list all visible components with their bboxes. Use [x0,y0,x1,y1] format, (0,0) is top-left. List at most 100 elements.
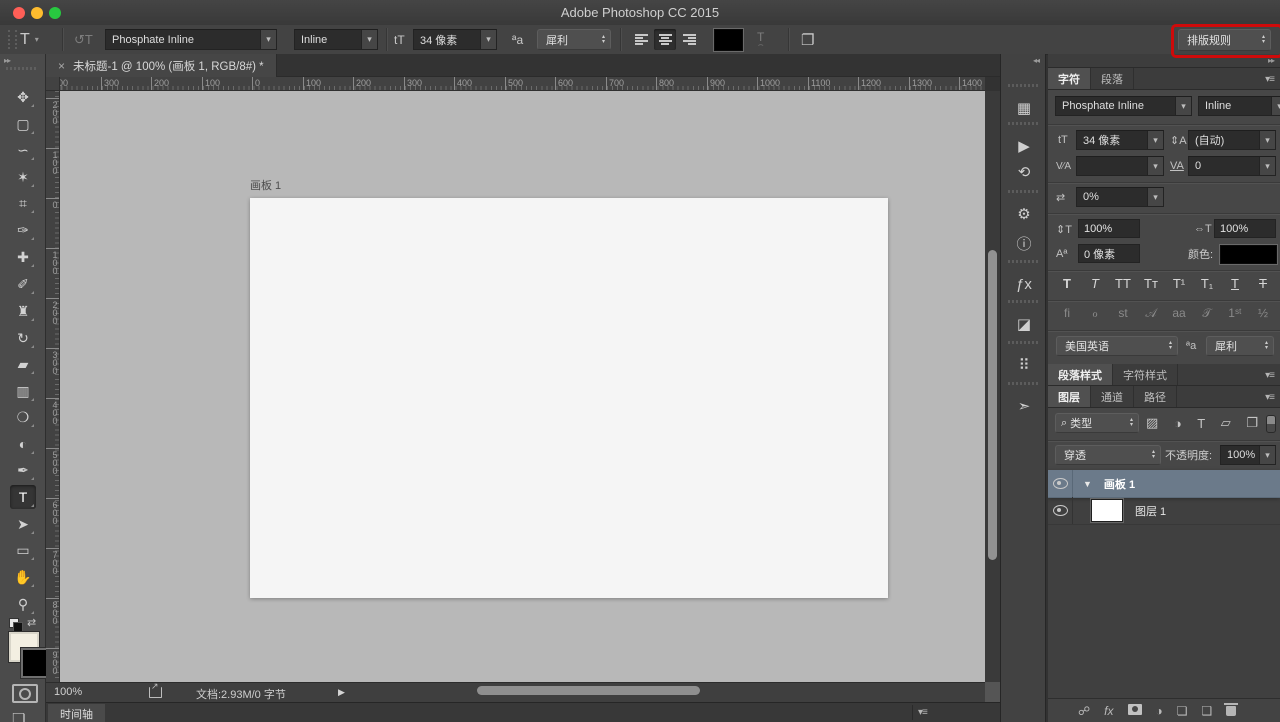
opentype-button[interactable]: ℴ [1084,306,1106,321]
swatches-panel-icon[interactable]: ▦ [1008,84,1040,121]
share-icon[interactable] [149,681,162,698]
faux-style-button[interactable]: T [1224,276,1246,291]
chevron-down-icon[interactable] [1259,446,1275,464]
canvas-area[interactable]: 画板 1 [60,91,985,682]
new-layer-icon[interactable]: ❑ [1202,704,1213,718]
lasso-tool[interactable]: ∽ [10,138,36,162]
clone-stamp-tool[interactable]: ♜ [10,299,36,323]
faux-style-button[interactable]: T [1084,276,1106,291]
eraser-tool[interactable]: ▰ [10,352,36,376]
kerning-select[interactable] [1076,156,1164,176]
history-brush-tool[interactable]: ↻ [10,326,36,350]
tab-character[interactable]: 字符 [1048,68,1091,89]
default-colors-icon[interactable] [9,618,23,632]
artboard[interactable] [250,198,888,598]
layer-style-icon[interactable]: fx [1104,704,1113,718]
rectangular-marquee-tool[interactable]: ▢ [10,112,36,136]
chevron-down-icon[interactable] [361,30,377,49]
text-color-swatch[interactable] [713,28,744,52]
artboard-label[interactable]: 画板 1 [250,177,281,193]
hand-tool[interactable]: ✋ [10,565,36,589]
panel-menu-icon[interactable]: ▾≡ [1265,370,1275,381]
vertical-scale-field[interactable]: 100% [1078,219,1140,238]
chevron-down-icon[interactable] [1147,188,1163,206]
chevron-down-icon[interactable] [1175,97,1191,115]
text-orientation-icon[interactable]: ↺T [74,25,93,54]
status-popup-icon[interactable]: ▶ [338,687,345,698]
char-font-family-select[interactable]: Phosphate Inline [1055,96,1192,116]
actions-panel-icon[interactable]: ▶ [1008,122,1040,159]
faux-style-button[interactable]: TT [1112,276,1134,291]
brush-tool[interactable]: ✐ [10,272,36,296]
layer-row[interactable]: ▼ 画板 1 [1048,470,1280,498]
baseline-shift-field[interactable]: 0 像素 [1078,244,1140,263]
rocket-icon[interactable]: ➣ [1008,382,1040,419]
close-tab-icon[interactable]: × [58,59,65,73]
chevron-down-icon[interactable] [1271,97,1280,115]
glyphs-panel-icon[interactable]: ⠿ [1008,341,1040,378]
faux-style-button[interactable]: Tᴛ [1140,276,1162,291]
chevron-down-icon[interactable] [1259,157,1275,175]
warp-text-icon[interactable]: T [757,25,764,54]
panel-grip[interactable] [6,67,36,70]
char-size-select[interactable]: 34 像素 [1076,130,1164,150]
opentype-button[interactable]: 𝒜 [1140,306,1162,321]
chevron-down-icon[interactable] [1147,131,1163,149]
filter-shape-layers-icon[interactable]: ▱ [1221,415,1231,431]
opacity-select[interactable]: 100% [1220,445,1276,465]
options-bar-grip[interactable] [8,30,17,49]
chevron-down-icon[interactable] [1147,157,1163,175]
language-select[interactable]: 美国英语 [1056,336,1178,356]
chevron-down-icon[interactable] [260,30,276,49]
align-center-button[interactable] [654,29,676,50]
panel-menu-icon[interactable]: ▾≡ [918,707,928,718]
opentype-button[interactable]: 𝒯 [1196,306,1218,321]
info-panel-icon[interactable]: ⓘ [1009,230,1039,256]
tab-channels[interactable]: 通道 [1091,386,1134,407]
properties-panel-icon[interactable]: ⚙ [1008,190,1040,227]
tab-paragraph[interactable]: 段落 [1091,68,1134,89]
layer-row[interactable]: ▼ 图层 1 [1048,497,1280,525]
path-selection-tool[interactable]: ➤ [10,512,36,536]
filter-pixel-layers-icon[interactable]: ▨ [1146,415,1158,431]
magic-wand-tool[interactable]: ✶ [10,165,36,189]
layer-mask-icon[interactable] [1127,703,1142,718]
tsume-select[interactable]: 0% [1076,187,1164,207]
document-info[interactable]: 文档:2.93M/0 字节 [196,686,286,702]
char-anti-alias-select[interactable]: 犀利 [1206,336,1274,356]
font-style-select[interactable]: Inline [294,29,378,50]
expand-dock-icon[interactable]: ◂◂ [1033,56,1040,65]
blend-mode-select[interactable]: 穿透 [1055,445,1161,465]
toggle-panels-icon[interactable]: ❐ [801,25,814,54]
horizontal-type-tool[interactable]: T [10,485,36,509]
leading-select[interactable]: (自动) [1188,130,1276,150]
faux-style-button[interactable]: T [1252,276,1274,291]
panel-menu-icon[interactable]: ▾≡ [1265,74,1275,85]
tab-paths[interactable]: 路径 [1134,386,1177,407]
visibility-cell[interactable] [1048,470,1073,497]
layer-filter-select[interactable]: ⌕ 类型 [1055,413,1139,433]
spot-healing-brush-tool[interactable]: ✚ [10,245,36,269]
vertical-ruler[interactable]: 200 100 0 100 200 300 400 500 600 700 800 900 [46,91,60,682]
filter-smart-objects-icon[interactable]: ❐ [1246,415,1258,431]
opentype-button[interactable]: ½ [1252,306,1274,321]
pen-tool[interactable]: ✒ [10,458,36,482]
filter-adjustment-layers-icon[interactable]: ◑ [1174,416,1182,431]
faux-style-button[interactable]: T [1056,276,1078,291]
new-group-icon[interactable]: ❏ [1177,704,1188,718]
swap-colors-icon[interactable]: ⇄ [27,616,36,629]
opentype-button[interactable]: 1ˢᵗ [1224,306,1246,321]
align-right-button[interactable] [678,29,700,50]
delete-layer-icon[interactable] [1224,702,1239,719]
layer-thumbnail[interactable] [1091,499,1123,522]
tracking-select[interactable]: 0 [1188,156,1276,176]
gradient-tool[interactable]: ▥ [10,379,36,403]
move-tool[interactable]: ✥ [10,85,36,109]
horizontal-ruler[interactable]: 4003002001000100200300400500600700800900… [60,77,985,91]
font-size-select[interactable]: 34 像素 [413,29,497,50]
char-font-style-select[interactable]: Inline [1198,96,1280,116]
chevron-down-icon[interactable] [480,30,496,49]
new-adjustment-layer-icon[interactable]: ◑ [1156,704,1163,718]
tab-layers[interactable]: 图层 [1048,386,1091,407]
history-panel-icon[interactable]: ⟲ [1009,159,1039,185]
